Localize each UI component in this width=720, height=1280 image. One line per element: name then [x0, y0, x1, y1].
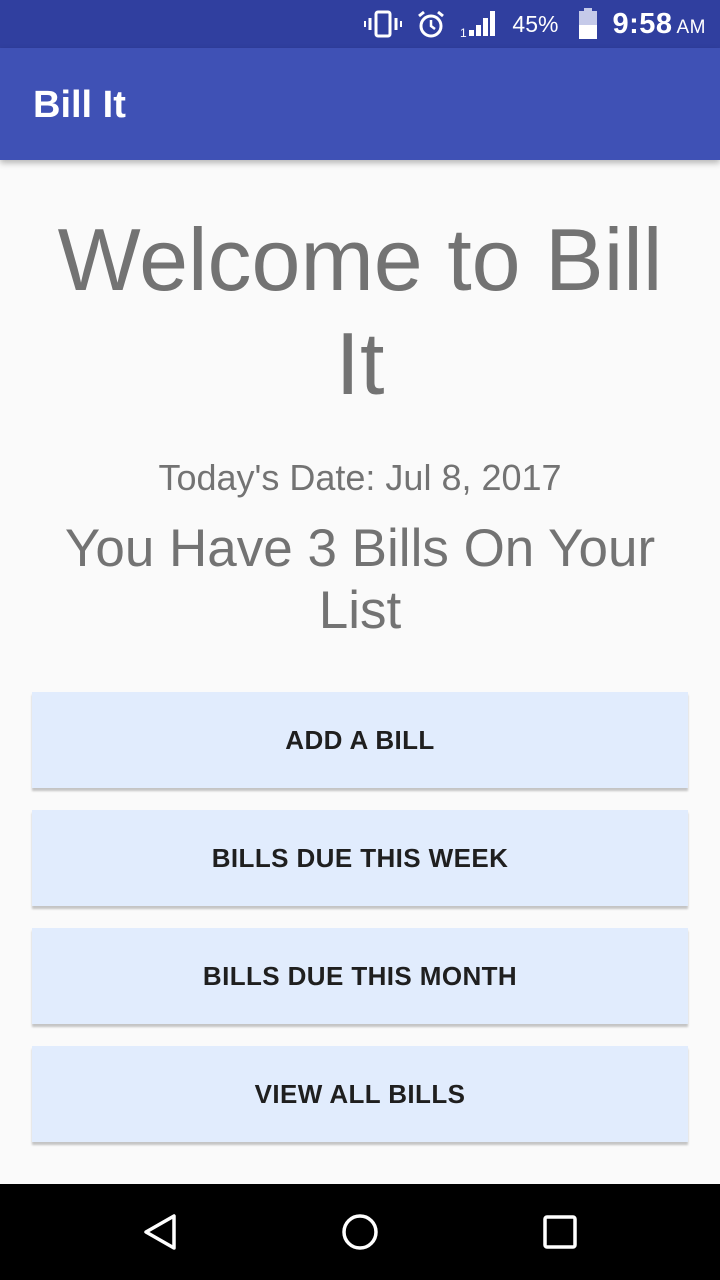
battery-percent: 45%	[512, 10, 559, 37]
status-icons: 1 45% 9:58 AM	[364, 0, 706, 48]
clock-time: 9:58	[612, 7, 673, 40]
clock-ampm: AM	[676, 16, 706, 38]
view-all-bills-button[interactable]: VIEW ALL BILLS	[32, 1046, 688, 1142]
status-bar: 1 45% 9:58 AM	[0, 0, 720, 48]
home-icon[interactable]	[330, 1202, 390, 1262]
back-icon[interactable]	[130, 1202, 190, 1262]
bills-due-week-button[interactable]: BILLS DUE THIS WEEK	[32, 810, 688, 906]
main-content: Welcome to Bill It Today's Date: Jul 8, …	[0, 160, 720, 1184]
recents-icon[interactable]	[530, 1202, 590, 1262]
app-title: Bill It	[33, 84, 126, 126]
navigation-bar	[0, 1184, 720, 1280]
app-bar: Bill It	[0, 48, 720, 160]
signal-icon: 1	[460, 9, 498, 39]
add-bill-button[interactable]: ADD A BILL	[32, 692, 688, 788]
svg-text:1: 1	[460, 26, 467, 39]
status-clock: 9:58 AM	[612, 8, 706, 41]
welcome-heading: Welcome to Bill It	[57, 210, 663, 413]
battery-icon	[578, 8, 598, 40]
bills-due-month-button[interactable]: BILLS DUE THIS MONTH	[32, 928, 688, 1024]
bill-count-text: You Have 3 Bills On Your List	[64, 519, 656, 640]
date-text: Today's Date: Jul 8, 2017	[158, 457, 562, 498]
alarm-icon	[416, 9, 446, 39]
vibrate-icon	[364, 9, 403, 39]
